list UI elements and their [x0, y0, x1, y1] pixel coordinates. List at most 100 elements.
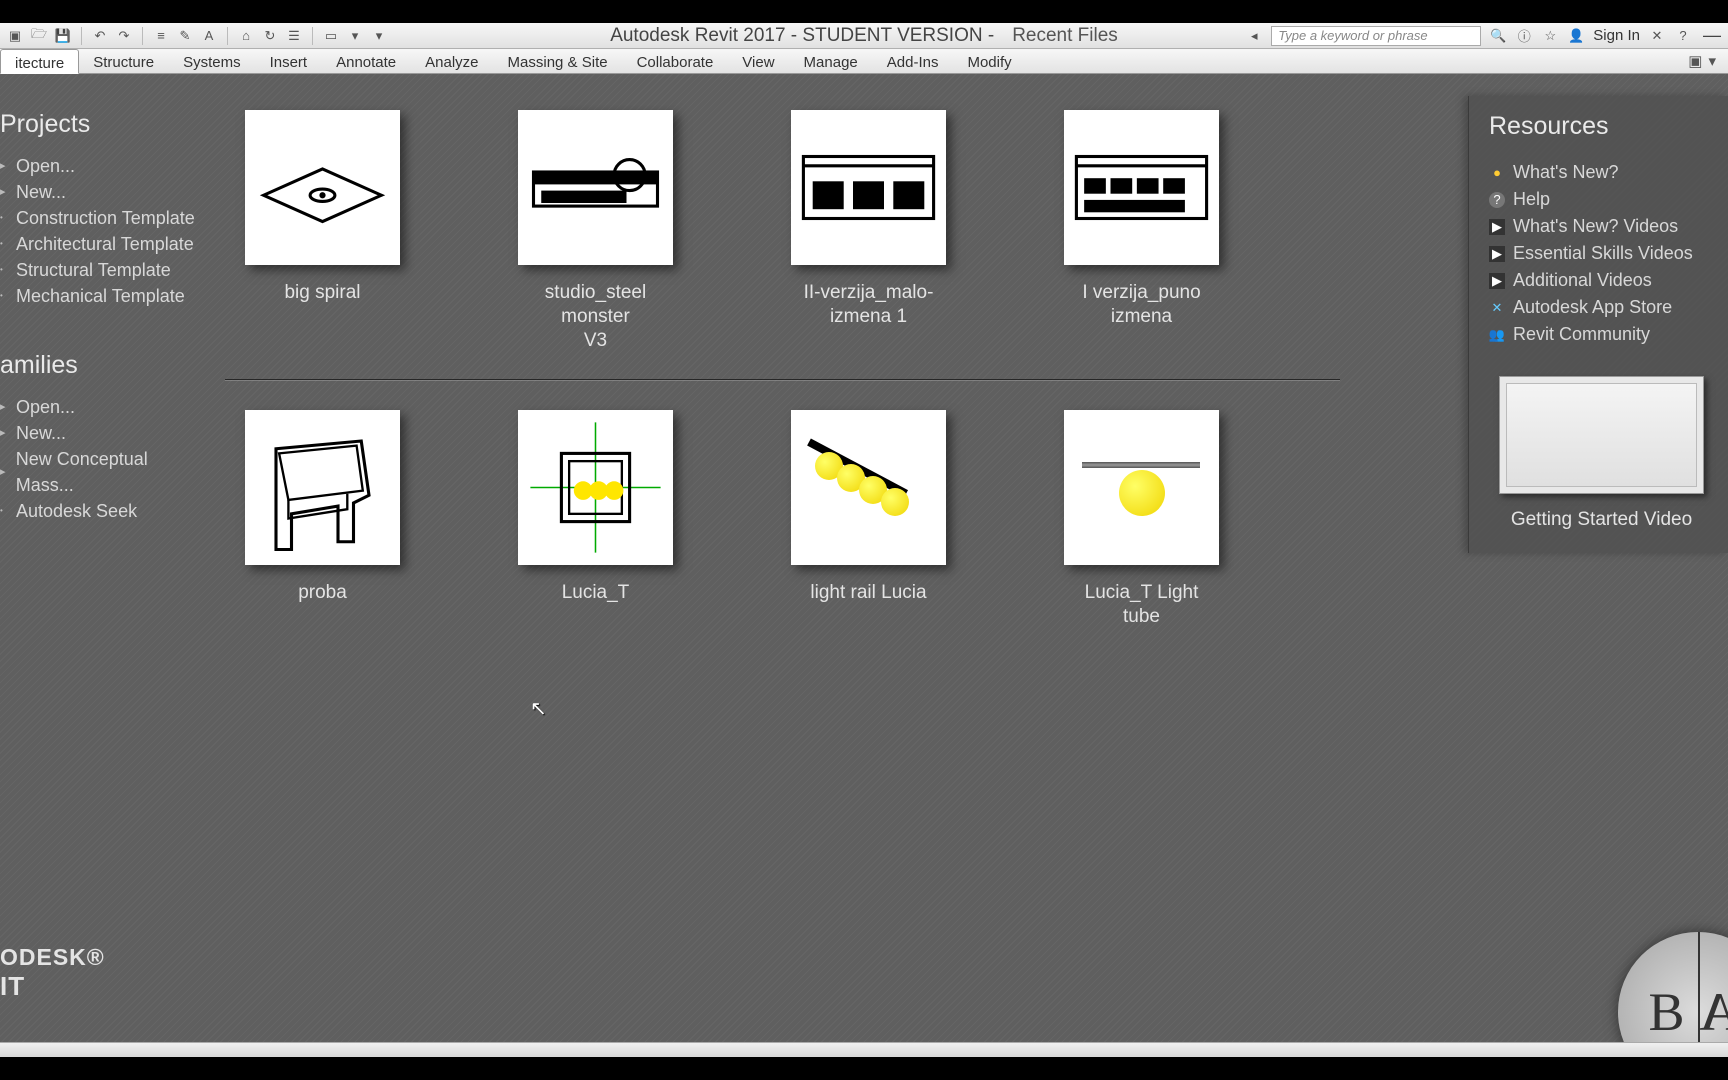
tab-massing-site[interactable]: Massing & Site: [494, 49, 623, 73]
family-caption: Lucia_T Light tube: [1064, 581, 1219, 629]
tab-annotate[interactable]: Annotate: [322, 49, 411, 73]
link-architectural-template[interactable]: Architectural Template: [0, 231, 205, 257]
exchange-icon[interactable]: ✕: [1648, 27, 1666, 45]
res-whats-new[interactable]: ●What's New?: [1489, 159, 1714, 186]
resources-list: ●What's New? ?Help ▶What's New? Videos ▶…: [1489, 159, 1714, 348]
list-icon[interactable]: ☰: [285, 27, 303, 45]
resources-panel: Resources ●What's New? ?Help ▶What's New…: [1468, 96, 1728, 553]
app-subtitle: Recent Files: [1012, 25, 1118, 47]
play-icon: ▶: [1489, 246, 1505, 262]
link-structural-template[interactable]: Structural Template: [0, 257, 205, 283]
project-card[interactable]: big spiral: [245, 110, 400, 353]
project-caption: studio_steel monster V3: [518, 281, 673, 353]
signin-link[interactable]: Sign In: [1593, 27, 1640, 44]
open-icon[interactable]: 🗁: [30, 27, 48, 45]
res-app-store[interactable]: ✕Autodesk App Store: [1489, 294, 1714, 321]
family-card[interactable]: proba: [245, 410, 400, 629]
families-heading: amilies: [0, 351, 205, 380]
video-thumb: ▶: [1499, 376, 1704, 494]
help-icon: ?: [1489, 192, 1505, 208]
help-icon[interactable]: ?: [1674, 27, 1692, 45]
app-window: ▣ 🗁 💾 ↶ ↷ ≡ ✎ A ⌂ ↻ ☰ ▭ ▾ ▾ Autodesk Rev…: [0, 23, 1728, 1057]
undo-icon[interactable]: ↶: [91, 27, 109, 45]
res-essential-skills[interactable]: ▶Essential Skills Videos: [1489, 240, 1714, 267]
tab-insert[interactable]: Insert: [256, 49, 323, 73]
infocenter-chevron-icon[interactable]: ◂: [1245, 27, 1263, 45]
community-icon: 👥: [1489, 327, 1505, 343]
app-title: Autodesk Revit 2017 - STUDENT VERSION -: [610, 25, 994, 47]
families-row: proba Lucia_T: [245, 410, 1478, 629]
save-icon[interactable]: 💾: [54, 27, 72, 45]
start-page: Projects Open... New... Construction Tem…: [0, 74, 1728, 1042]
getting-started-video[interactable]: ▶ Getting Started Video: [1489, 376, 1714, 531]
search-icon[interactable]: 🔍: [1489, 27, 1507, 45]
tab-analyze[interactable]: Analyze: [411, 49, 493, 73]
window-icon[interactable]: ▭: [322, 27, 340, 45]
family-card[interactable]: light rail Lucia: [791, 410, 946, 629]
family-caption: Lucia_T: [562, 581, 630, 605]
res-additional-videos[interactable]: ▶Additional Videos: [1489, 267, 1714, 294]
ribbon-panel-icon[interactable]: ▣: [1688, 52, 1702, 70]
family-thumb: [1064, 410, 1219, 565]
watermark-logo: BA: [1618, 932, 1728, 1042]
project-caption: big spiral: [284, 281, 360, 305]
video-caption: Getting Started Video: [1489, 509, 1714, 531]
redo-icon[interactable]: ↷: [115, 27, 133, 45]
tab-architecture[interactable]: itecture: [0, 49, 79, 74]
switch-icon[interactable]: ▾: [346, 27, 364, 45]
play-icon: ▶: [1489, 219, 1505, 235]
res-help[interactable]: ?Help: [1489, 186, 1714, 213]
key-icon[interactable]: ⓘ: [1515, 27, 1533, 45]
customize-icon[interactable]: ▾: [370, 27, 388, 45]
user-icon[interactable]: 👤: [1567, 27, 1585, 45]
projects-heading: Projects: [0, 110, 205, 139]
link-projects-new[interactable]: New...: [0, 179, 205, 205]
family-card[interactable]: Lucia_T Light tube: [1064, 410, 1219, 629]
sync-icon[interactable]: ↻: [261, 27, 279, 45]
project-thumb: [1064, 110, 1219, 265]
project-thumb: [791, 110, 946, 265]
resources-heading: Resources: [1489, 112, 1714, 141]
project-card[interactable]: I verzija_puno izmena: [1064, 110, 1219, 353]
families-links: Open... New... New Conceptual Mass... Au…: [0, 394, 205, 524]
project-card[interactable]: studio_steel monster V3: [518, 110, 673, 353]
res-community[interactable]: 👥Revit Community: [1489, 321, 1714, 348]
statusbar: [0, 1042, 1728, 1057]
project-caption: I verzija_puno izmena: [1064, 281, 1219, 329]
family-thumb: [245, 410, 400, 565]
res-whats-new-videos[interactable]: ▶What's New? Videos: [1489, 213, 1714, 240]
tab-collaborate[interactable]: Collaborate: [623, 49, 729, 73]
tab-systems[interactable]: Systems: [169, 49, 256, 73]
exchange-icon: ✕: [1489, 300, 1505, 316]
link-families-new[interactable]: New...: [0, 420, 205, 446]
search-input[interactable]: Type a keyword or phrase: [1271, 26, 1481, 46]
projects-links: Open... New... Construction Template Arc…: [0, 153, 205, 309]
link-projects-open[interactable]: Open...: [0, 153, 205, 179]
bulb-icon: ●: [1489, 165, 1505, 181]
minimize-button[interactable]: —: [1700, 25, 1724, 46]
link-construction-template[interactable]: Construction Template: [0, 205, 205, 231]
link-families-open[interactable]: Open...: [0, 394, 205, 420]
print-icon[interactable]: ≡: [152, 27, 170, 45]
ribbon-chevron-icon[interactable]: ▾: [1708, 52, 1716, 70]
family-card[interactable]: Lucia_T: [518, 410, 673, 629]
project-card[interactable]: II-verzija_malo- izmena 1: [791, 110, 946, 353]
link-mechanical-template[interactable]: Mechanical Template: [0, 283, 205, 309]
text-icon[interactable]: A: [200, 27, 218, 45]
tab-manage[interactable]: Manage: [790, 49, 873, 73]
play-icon: ▶: [1489, 273, 1505, 289]
autodesk-branding: ODESK® IT: [0, 944, 105, 1002]
app-menu-icon[interactable]: ▣: [6, 27, 24, 45]
titlebar: ▣ 🗁 💾 ↶ ↷ ≡ ✎ A ⌂ ↻ ☰ ▭ ▾ ▾ Autodesk Rev…: [0, 23, 1728, 49]
link-autodesk-seek[interactable]: Autodesk Seek: [0, 498, 205, 524]
tab-structure[interactable]: Structure: [79, 49, 169, 73]
link-new-conceptual-mass[interactable]: New Conceptual Mass...: [0, 446, 205, 498]
star-icon[interactable]: ☆: [1541, 27, 1559, 45]
tab-view[interactable]: View: [728, 49, 789, 73]
tab-addins[interactable]: Add-Ins: [873, 49, 954, 73]
home-icon[interactable]: ⌂: [237, 27, 255, 45]
family-thumb: [791, 410, 946, 565]
tab-modify[interactable]: Modify: [953, 49, 1026, 73]
measure-icon[interactable]: ✎: [176, 27, 194, 45]
ribbon: itecture Structure Systems Insert Annota…: [0, 49, 1728, 74]
